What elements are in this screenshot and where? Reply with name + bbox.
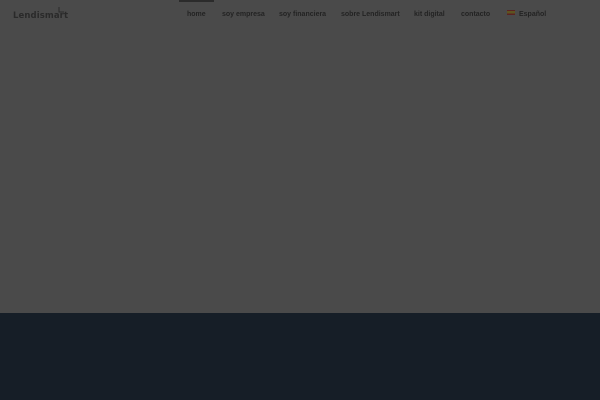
nav-item-home[interactable]: home [179, 0, 214, 21]
nav-item-soy-empresa[interactable]: soy empresa [222, 9, 265, 21]
nav-item-sobre-lendismart[interactable]: sobre Lendismart [341, 9, 400, 21]
nav-item-soy-financiera[interactable]: soy financiera [279, 9, 326, 21]
footer-section [0, 313, 600, 400]
hero-section [0, 26, 600, 313]
nav-item-kit-digital[interactable]: kit digital [414, 9, 445, 21]
spain-flag-icon [507, 10, 515, 15]
nav-item-contacto[interactable]: contacto [461, 9, 490, 21]
language-label: Español [519, 11, 547, 18]
page: Lendismart home soy empresa soy financie… [0, 0, 600, 400]
site-header: Lendismart home soy empresa soy financie… [0, 0, 600, 26]
language-selector[interactable]: Español [507, 9, 546, 21]
main-nav: home soy empresa soy financiera sobre Le… [0, 0, 600, 26]
